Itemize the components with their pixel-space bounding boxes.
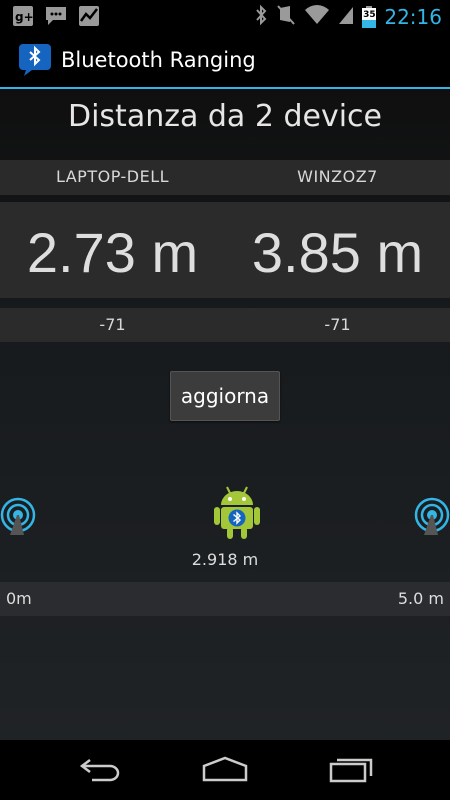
device-rssi: -71 <box>99 315 126 334</box>
estimated-distance: 2.918 m <box>191 550 259 569</box>
recent-apps-icon[interactable] <box>328 754 374 788</box>
bluetooth-icon <box>254 4 268 30</box>
signal-icon <box>338 4 354 30</box>
main-content: Distanza da 2 device LAPTOP-DELL WINZOZ7… <box>0 89 450 740</box>
device-distance: 2.73 m <box>26 221 199 284</box>
battery-icon: 35 <box>362 6 377 28</box>
device-names-row: LAPTOP-DELL WINZOZ7 <box>0 160 450 195</box>
device-rssi-row: -71 -71 <box>0 308 450 342</box>
stocks-icon[interactable] <box>78 5 100 31</box>
action-bar: Bluetooth Ranging <box>0 33 450 89</box>
navigation-bar <box>0 740 450 800</box>
left-antenna-icon <box>0 497 36 541</box>
back-icon[interactable] <box>78 754 122 788</box>
wifi-icon <box>304 4 330 30</box>
google-plus-icon[interactable]: g+ <box>12 5 34 31</box>
device-name: WINZOZ7 <box>297 167 378 186</box>
page-title: Distanza da 2 device <box>67 99 383 134</box>
clock: 22:16 <box>384 5 442 29</box>
app-title: Bluetooth Ranging <box>61 48 256 72</box>
refresh-button[interactable]: aggiorna <box>170 371 280 421</box>
scale-max-label: 5.0 m <box>397 589 444 608</box>
bluetooth-app-icon[interactable] <box>18 43 52 81</box>
scale-min-label: 0m <box>6 589 32 608</box>
mute-icon <box>276 4 296 30</box>
status-bar: g+ 35 22:16 <box>0 0 450 33</box>
right-antenna-icon <box>414 497 450 541</box>
battery-level: 35 <box>363 10 376 20</box>
distance-scale: 0m 5.0 m <box>0 582 450 616</box>
chat-icon[interactable] <box>44 5 68 31</box>
home-icon[interactable] <box>201 754 249 788</box>
device-distances-row: 2.73 m 3.85 m <box>0 202 450 298</box>
system-icons: 35 22:16 <box>254 4 442 30</box>
notification-icons: g+ <box>12 5 100 31</box>
svg-text:g+: g+ <box>15 10 34 24</box>
android-bluetooth-icon <box>214 485 260 543</box>
device-distance: 3.85 m <box>251 221 424 284</box>
device-rssi: -71 <box>324 315 351 334</box>
device-name: LAPTOP-DELL <box>55 167 170 186</box>
